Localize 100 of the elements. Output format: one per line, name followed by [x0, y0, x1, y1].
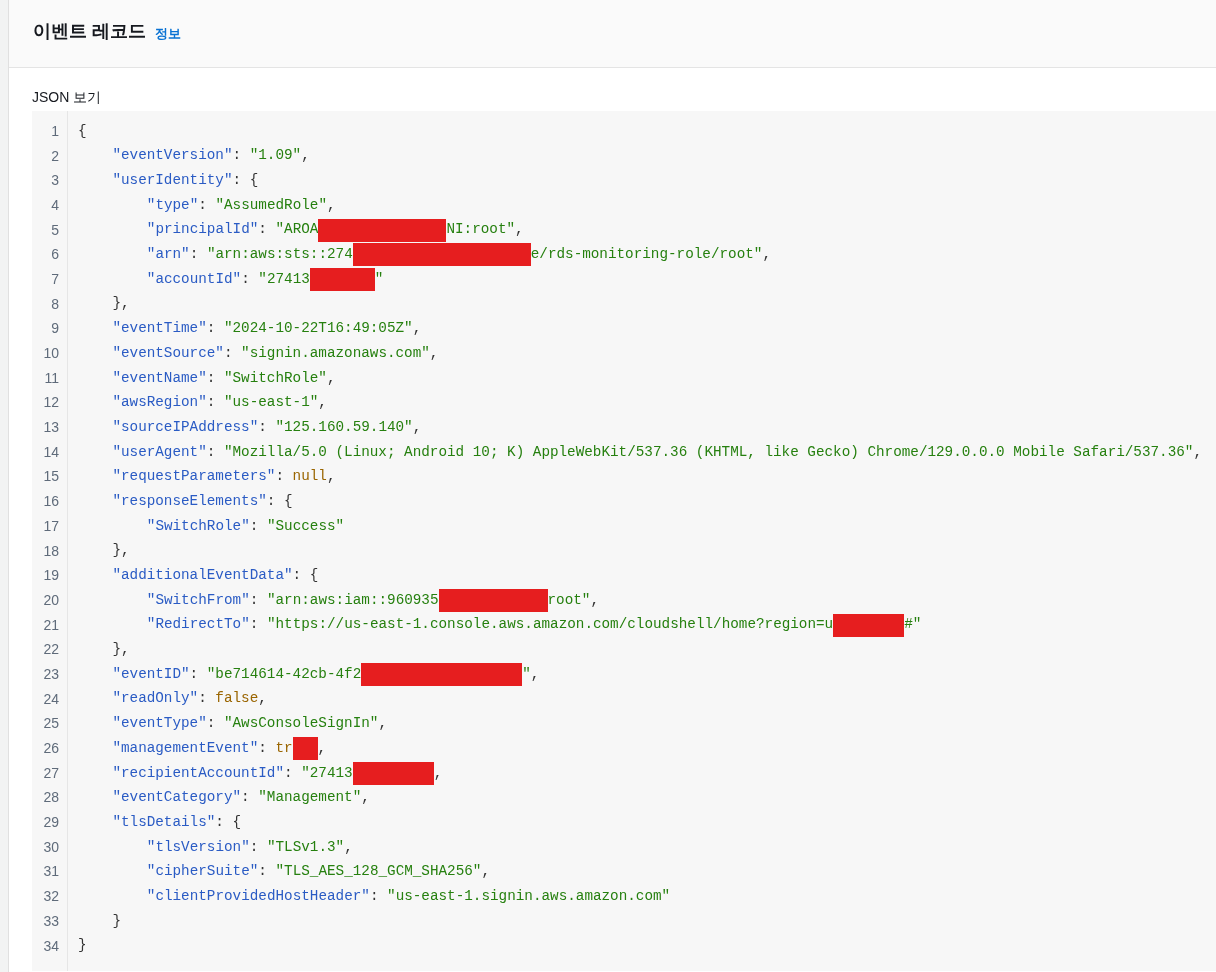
json-punctuation: , — [344, 837, 353, 857]
json-punctuation: : — [275, 467, 285, 487]
json-string: "27413 — [301, 763, 353, 783]
json-punctuation: , — [318, 393, 327, 413]
line-number: 26 — [42, 739, 59, 759]
json-punctuation: : — [249, 837, 260, 857]
line-number: 13 — [42, 418, 59, 438]
json-punctuation: , — [433, 763, 443, 783]
json-punctuation: : — [206, 393, 217, 413]
json-punctuation: , — [327, 195, 336, 215]
json-punctuation: }, — [112, 294, 130, 314]
json-punctuation: , — [515, 220, 524, 240]
panel-title: 이벤트 레코드 — [33, 22, 146, 40]
json-string: "SwitchRole" — [223, 368, 327, 388]
json-key: "eventVersion" — [112, 145, 233, 167]
json-punctuation: : — [198, 689, 208, 709]
json-key: "RedirectTo" — [146, 614, 250, 636]
json-string: " — [522, 664, 531, 684]
json-punctuation: : — [206, 442, 217, 462]
line-number: 33 — [42, 911, 59, 931]
json-punctuation: , — [412, 319, 422, 339]
line-number: 21 — [42, 615, 59, 635]
json-string: "2024-10-22T16:49:05Z" — [223, 319, 413, 339]
json-string: "TLSv1.3" — [266, 837, 345, 857]
json-string: " — [374, 269, 384, 289]
json-key: "awsRegion" — [112, 392, 207, 414]
json-punctuation: , — [317, 738, 327, 758]
json-literal: null — [292, 467, 327, 487]
json-string: "https://us-east-1.console.aws.amazon.com/cloudshell/home?region=u — [266, 615, 834, 635]
json-punctuation: , — [762, 245, 771, 265]
json-key: "eventName" — [112, 367, 207, 389]
json-punctuation: : — [206, 368, 217, 388]
line-number: 1 — [50, 121, 59, 141]
json-key: "cipherSuite" — [146, 861, 259, 883]
json-string: "27413 — [258, 269, 310, 289]
json-string: NI:root" — [446, 220, 516, 240]
json-string: "us-east-1" — [223, 393, 319, 413]
json-string: "AwsConsoleSignIn" — [223, 714, 379, 734]
json-punctuation: , — [301, 146, 310, 166]
json-key: "additionalEventData" — [112, 565, 293, 587]
json-punctuation: }, — [112, 640, 130, 660]
line-number: 12 — [42, 393, 59, 413]
json-punctuation: , — [481, 862, 491, 882]
line-number: 22 — [42, 640, 59, 660]
line-number: 20 — [42, 590, 59, 610]
json-punctuation: } — [112, 911, 121, 931]
json-key: "userIdentity" — [112, 170, 233, 192]
json-punctuation: : — [258, 738, 268, 758]
line-number: 31 — [42, 862, 59, 882]
json-key: "tlsDetails" — [112, 811, 216, 834]
json-string: "arn:aws:sts::274 — [206, 245, 353, 265]
json-punctuation: : — [223, 343, 234, 363]
json-punctuation: , — [412, 417, 422, 437]
json-string: "arn:aws:iam::960935 — [266, 590, 439, 610]
json-key: "responseElements" — [112, 490, 267, 513]
line-number: 8 — [50, 294, 59, 314]
json-key: "userAgent" — [112, 441, 207, 463]
line-number: 5 — [50, 220, 59, 240]
json-string: "Success" — [266, 516, 345, 536]
json-punctuation: : — [249, 615, 260, 635]
line-number: 30 — [42, 837, 59, 857]
json-punctuation: : — [284, 763, 294, 783]
json-literal: false — [215, 689, 259, 709]
section-label: JSON 보기 — [32, 88, 103, 106]
line-number: 17 — [42, 516, 59, 536]
json-punctuation: : { — [292, 566, 319, 585]
line-number: 9 — [50, 319, 59, 339]
json-punctuation: { — [78, 121, 87, 141]
json-string: "TLS_AES_128_GCM_SHA256" — [275, 862, 482, 882]
json-key: "tlsVersion" — [146, 836, 250, 858]
line-number: 14 — [42, 442, 59, 462]
json-string: "Mozilla/5.0 (Linux; Android 10; K) AppleWebKit/537.36 (KHTML, like Gecko) Chrome/129.0.0.0 Mobile Safari/537.36" — [223, 442, 1194, 462]
line-number: 3 — [50, 171, 59, 191]
json-punctuation: : — [369, 886, 380, 906]
redaction-bar — [833, 613, 905, 637]
json-key: "SwitchRole" — [146, 515, 250, 538]
json-string: root" — [547, 590, 591, 610]
json-punctuation: : — [198, 195, 208, 215]
json-punctuation: , — [530, 664, 540, 684]
json-punctuation: : — [189, 245, 200, 265]
json-string: "signin.amazonaws.com" — [241, 343, 430, 363]
json-punctuation: }, — [112, 541, 130, 561]
json-punctuation: , — [326, 368, 336, 388]
line-number: 11 — [43, 368, 59, 388]
json-key: "eventID" — [112, 663, 190, 686]
line-number: 19 — [42, 566, 59, 586]
json-key: "eventTime" — [112, 318, 207, 340]
json-punctuation: : — [206, 714, 217, 734]
json-literal: tr — [275, 738, 293, 758]
json-key: "eventCategory" — [112, 787, 242, 809]
json-punctuation: : — [206, 319, 217, 339]
line-number: 23 — [42, 664, 59, 684]
json-key: "eventType" — [112, 713, 207, 735]
line-number: 25 — [42, 714, 59, 734]
json-key: "principalId" — [146, 219, 259, 241]
json-punctuation: , — [590, 590, 600, 610]
line-number: 7 — [50, 269, 59, 289]
info-link[interactable]: 정보 — [155, 27, 181, 40]
json-key: "managementEvent" — [112, 737, 259, 760]
json-key: "SwitchFrom" — [146, 589, 250, 612]
